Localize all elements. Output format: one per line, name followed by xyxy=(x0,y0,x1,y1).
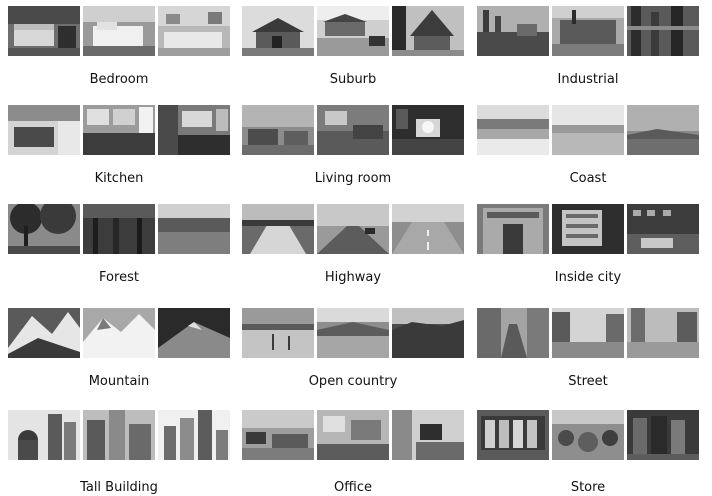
scene-category-grid: Bedroom Suburb Industrial Kitchen Living… xyxy=(0,0,712,496)
thumbnail-strip xyxy=(8,204,230,254)
thumbnail-strip xyxy=(8,308,230,358)
category-label: Street xyxy=(568,374,608,389)
bedroom-photo-3 xyxy=(158,6,230,56)
kitchen-photo-2 xyxy=(83,105,155,155)
office-photo-1 xyxy=(242,410,314,460)
tall-building-photo-2 xyxy=(83,410,155,460)
thumbnail-strip xyxy=(477,308,699,358)
category-label: Forest xyxy=(99,270,139,285)
suburb-photo-2 xyxy=(317,6,389,56)
category-label: Office xyxy=(334,480,372,495)
inside-city-photo-2 xyxy=(552,204,624,254)
tall-building-photo-3 xyxy=(158,410,230,460)
open-country-photo-2 xyxy=(317,308,389,358)
category-label: Inside city xyxy=(554,270,622,285)
street-photo-2 xyxy=(552,308,624,358)
store-photo-2 xyxy=(552,410,624,460)
office-photo-3 xyxy=(392,410,464,460)
thumbnail-strip xyxy=(8,410,230,460)
store-photo-1 xyxy=(477,410,549,460)
coast-photo-2 xyxy=(552,105,624,155)
kitchen-photo-3 xyxy=(158,105,230,155)
thumbnail-strip xyxy=(477,105,699,155)
suburb-photo-1 xyxy=(242,6,314,56)
category-label: Bedroom xyxy=(89,72,149,87)
industrial-photo-1 xyxy=(477,6,549,56)
coast-photo-1 xyxy=(477,105,549,155)
forest-photo-3 xyxy=(158,204,230,254)
thumbnail-strip xyxy=(242,308,464,358)
thumbnail-strip xyxy=(242,204,464,254)
mountain-photo-2 xyxy=(83,308,155,358)
thumbnail-strip xyxy=(242,6,464,56)
category-label: Tall Building xyxy=(80,480,158,495)
forest-photo-1 xyxy=(8,204,80,254)
highway-photo-3 xyxy=(392,204,464,254)
highway-photo-1 xyxy=(242,204,314,254)
coast-photo-3 xyxy=(627,105,699,155)
open-country-photo-3 xyxy=(392,308,464,358)
inside-city-photo-1 xyxy=(477,204,549,254)
street-photo-3 xyxy=(627,308,699,358)
living-room-photo-1 xyxy=(242,105,314,155)
thumbnail-strip xyxy=(8,6,230,56)
kitchen-photo-1 xyxy=(8,105,80,155)
forest-photo-2 xyxy=(83,204,155,254)
category-label: Highway xyxy=(324,270,382,285)
category-label: Open country xyxy=(308,374,398,389)
store-photo-3 xyxy=(627,410,699,460)
category-label: Store xyxy=(570,480,606,495)
category-label: Mountain xyxy=(88,374,150,389)
category-label: Kitchen xyxy=(94,171,144,186)
industrial-photo-3 xyxy=(627,6,699,56)
bedroom-photo-2 xyxy=(83,6,155,56)
inside-city-photo-3 xyxy=(627,204,699,254)
thumbnail-strip xyxy=(8,105,230,155)
bedroom-photo-1 xyxy=(8,6,80,56)
category-label: Industrial xyxy=(557,72,619,87)
open-country-photo-1 xyxy=(242,308,314,358)
thumbnail-strip xyxy=(242,410,464,460)
industrial-photo-2 xyxy=(552,6,624,56)
category-label: Suburb xyxy=(329,72,377,87)
thumbnail-strip xyxy=(477,204,699,254)
suburb-photo-3 xyxy=(392,6,464,56)
highway-photo-2 xyxy=(317,204,389,254)
thumbnail-strip xyxy=(242,105,464,155)
living-room-photo-2 xyxy=(317,105,389,155)
mountain-photo-1 xyxy=(8,308,80,358)
category-label: Living room xyxy=(314,171,392,186)
category-label: Coast xyxy=(569,171,607,186)
tall-building-photo-1 xyxy=(8,410,80,460)
office-photo-2 xyxy=(317,410,389,460)
living-room-photo-3 xyxy=(392,105,464,155)
thumbnail-strip xyxy=(477,410,699,460)
street-photo-1 xyxy=(477,308,549,358)
mountain-photo-3 xyxy=(158,308,230,358)
thumbnail-strip xyxy=(477,6,699,56)
